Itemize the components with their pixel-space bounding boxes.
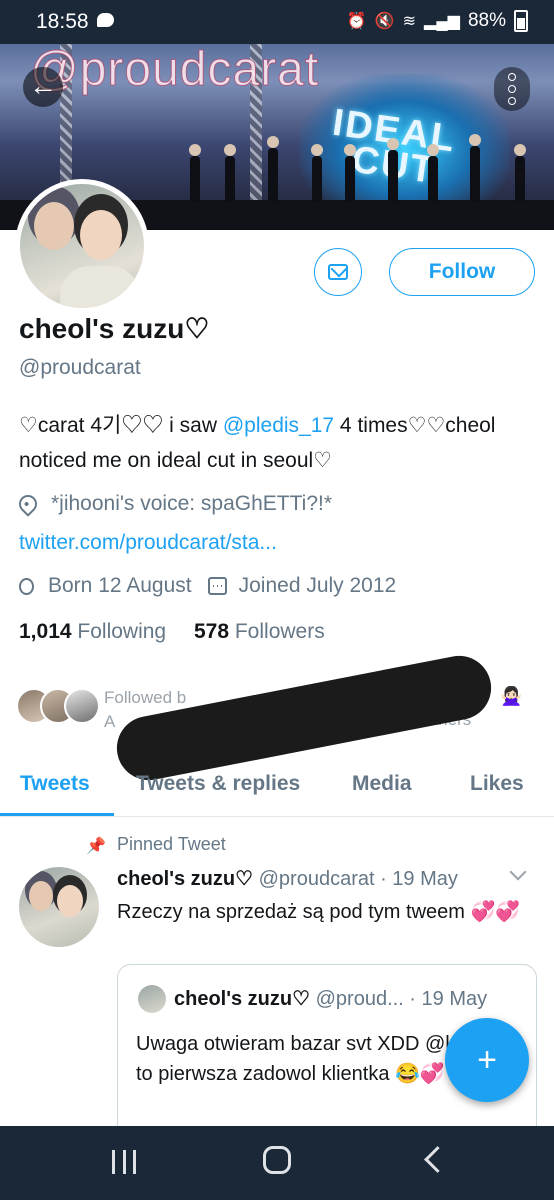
status-indicators: ⏰ 🔇 ≋ ▂▄▆ 88% <box>347 10 528 32</box>
location-pin-icon <box>15 491 41 517</box>
website-link[interactable]: twitter.com/proudcarat/sta... <box>19 531 277 555</box>
chevron-down-icon[interactable] <box>509 863 527 881</box>
mute-icon: 🔇 <box>374 13 395 30</box>
tab-media[interactable]: Media <box>352 772 412 796</box>
performer <box>427 144 439 202</box>
followers-link[interactable]: 578 Followers <box>194 620 325 643</box>
tab-tweets[interactable]: Tweets <box>20 772 90 796</box>
followed-by-avatars[interactable] <box>16 688 116 728</box>
quoted-tweet-header: cheol's zuzu♡ @proud... · 19 May <box>174 986 487 1011</box>
tab-likes[interactable]: Likes <box>470 772 524 796</box>
dates-row: Born 12 August Joined July 2012 <box>19 574 396 598</box>
wifi-icon: ≋ <box>402 13 417 30</box>
emoji: 🙅🏻‍♀️ <box>500 686 523 706</box>
dot-icon <box>508 97 516 105</box>
joined-text: Joined July 2012 <box>238 574 397 597</box>
profile-avatar[interactable] <box>15 179 149 313</box>
compose-tweet-button[interactable]: + <box>445 1018 529 1102</box>
tweet-text: Rzeczy na sprzedaż są pod tym tweem 💞💞 <box>117 901 521 923</box>
follow-counts: 1,014 Following 578 Followers <box>19 620 325 644</box>
quoted-author-handle: @proud... <box>315 988 404 1010</box>
bio-text: ♡carat 4기♡♡ i saw <box>19 414 223 437</box>
status-time: 18:58 <box>36 10 89 33</box>
battery-percent: 88% <box>467 10 506 31</box>
pinned-tweet-label: Pinned Tweet <box>117 834 226 854</box>
active-tab-indicator <box>0 813 114 816</box>
performer <box>344 144 356 202</box>
profile-bio: ♡carat 4기♡♡ i saw @pledis_17 4 times♡♡ch… <box>19 408 539 478</box>
alarm-icon: ⏰ <box>346 13 367 30</box>
birthday-text: Born 12 August <box>48 574 192 597</box>
message-button[interactable] <box>314 248 362 296</box>
avatar <box>64 688 100 724</box>
quoted-author-avatar <box>138 985 166 1013</box>
tweet-author-avatar[interactable] <box>19 867 99 947</box>
avatar-photo <box>20 184 144 308</box>
performer <box>311 144 323 202</box>
signal-icon: ▂▄▆ <box>424 13 460 30</box>
system-nav-bar <box>0 1126 554 1200</box>
tweet-header: cheol's zuzu♡ @proudcarat · 19 May <box>117 866 458 891</box>
envelope-icon <box>328 264 348 280</box>
performer <box>387 138 399 202</box>
tweet-date: · 19 May <box>380 868 458 890</box>
dot-icon <box>508 85 516 93</box>
quoted-author-name: cheol's zuzu♡ <box>174 988 311 1010</box>
battery-icon <box>514 10 528 32</box>
location-text: *jihooni's voice: spaGhETTi?!* <box>51 492 333 515</box>
profile-handle: @proudcarat <box>19 356 141 379</box>
compose-feather-icon: + <box>477 1041 497 1079</box>
nav-back-button[interactable] <box>424 1146 451 1173</box>
banner-watermark: @proudcarat <box>29 44 320 97</box>
performer <box>469 134 481 202</box>
performer <box>224 144 236 202</box>
performer <box>514 144 526 202</box>
overflow-menu-button[interactable] <box>494 67 530 111</box>
message-notification-icon <box>97 13 114 27</box>
status-bar: 18:58 ⏰ 🔇 ≋ ▂▄▆ 88% <box>0 0 554 44</box>
balloon-icon <box>19 577 34 595</box>
bio-mention-link[interactable]: @pledis_17 <box>223 414 334 437</box>
back-button[interactable]: ← <box>23 67 63 107</box>
quoted-tweet-date: · 19 May <box>409 988 488 1010</box>
dot-icon <box>508 73 516 81</box>
profile-tabs: Tweets Tweets & replies Media Likes <box>0 760 554 817</box>
home-button[interactable] <box>263 1146 291 1174</box>
performer <box>189 144 201 202</box>
location-row: *jihooni's voice: spaGhETTi?!* <box>15 491 333 517</box>
following-link[interactable]: 1,014 Following <box>19 620 166 643</box>
tweet-author-name[interactable]: cheol's zuzu♡ <box>117 868 253 890</box>
tweet-author-handle: @proudcarat <box>258 868 375 890</box>
follow-button[interactable]: Follow <box>389 248 535 296</box>
recents-button[interactable] <box>112 1150 136 1174</box>
tab-tweets-replies[interactable]: Tweets & replies <box>136 772 300 796</box>
pin-icon: 📌 <box>86 838 106 855</box>
display-name: cheol's zuzu♡ <box>19 313 210 344</box>
calendar-icon <box>207 577 227 595</box>
performer <box>267 136 279 202</box>
